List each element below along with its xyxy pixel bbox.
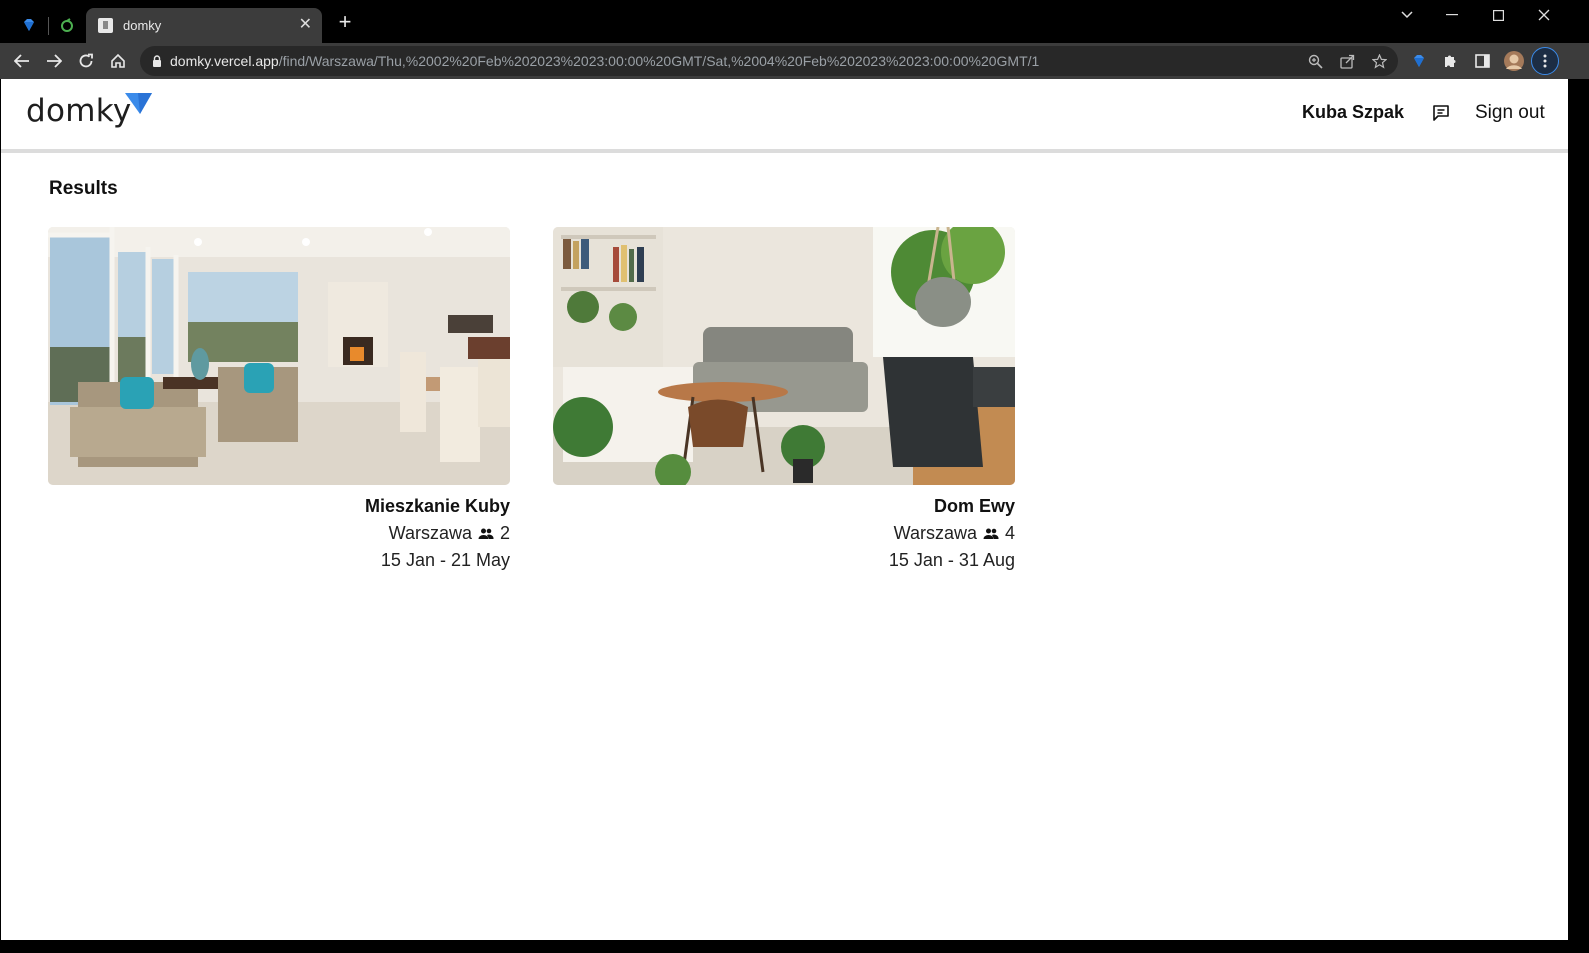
extensions-button[interactable]	[1436, 47, 1464, 75]
tab-title: domky	[123, 18, 162, 33]
forward-button[interactable]	[40, 47, 68, 75]
reload-icon	[79, 53, 93, 68]
extension-button[interactable]	[1405, 47, 1433, 75]
reload-button[interactable]	[72, 47, 100, 75]
browser-toolbar: domky.vercel.app/find/Warszawa/Thu,%2002…	[0, 43, 1589, 79]
header-divider	[1, 149, 1568, 153]
favicon-icon	[98, 18, 113, 33]
side-panel-icon	[1474, 54, 1490, 68]
user-name-link[interactable]: Kuba Szpak	[1302, 102, 1404, 123]
listing-card[interactable]: Dom Ewy Warszawa 4 15 Jan - 31 Aug	[553, 227, 1015, 571]
listing-city: Warszawa	[388, 523, 472, 543]
logo[interactable]: domky	[26, 93, 132, 129]
address-bar[interactable]: domky.vercel.app/find/Warszawa/Thu,%2002…	[140, 46, 1398, 76]
results-heading: Results	[49, 178, 118, 199]
window-edge-right	[1568, 79, 1589, 953]
listing-photo[interactable]	[48, 227, 510, 485]
home-icon	[111, 53, 125, 68]
listing-dates: 15 Jan - 21 May	[380, 550, 510, 570]
menu-button[interactable]	[1531, 47, 1559, 75]
share-button[interactable]	[1334, 48, 1360, 74]
zoom-icon	[1308, 54, 1323, 69]
tab-domky[interactable]: domky ✕	[86, 8, 322, 43]
zoom-button[interactable]	[1302, 48, 1328, 74]
browser-window: domky ✕ + domky.vercel.app/find/Warszawa…	[0, 0, 1589, 953]
url-host: domky.vercel.app	[170, 53, 279, 69]
close-window-button[interactable]	[1524, 4, 1564, 26]
listing-location: Warszawa 4	[553, 523, 1015, 544]
url-path: /find/Warszawa/Thu,%2002%20Feb%202023%20…	[278, 53, 1040, 69]
profile-button[interactable]	[1500, 47, 1528, 75]
back-button[interactable]	[8, 47, 36, 75]
listing-guests: 2	[499, 523, 510, 543]
minimize-button[interactable]	[1432, 4, 1472, 26]
arrow-right-icon	[47, 54, 62, 68]
listing-location: Warszawa 2	[48, 523, 510, 544]
maximize-icon	[1492, 9, 1504, 21]
arrow-left-icon	[14, 54, 29, 68]
more-vert-icon	[1543, 54, 1547, 68]
leaf-icon	[61, 18, 73, 32]
logo-triangle-icon	[125, 93, 152, 114]
chevron-down-icon	[1401, 11, 1413, 19]
listing-photo[interactable]	[553, 227, 1015, 485]
app-header: domky Kuba Szpak Sign out	[1, 79, 1568, 149]
maximize-button[interactable]	[1478, 4, 1518, 26]
minimize-icon	[1446, 14, 1458, 16]
diamond-icon	[24, 19, 34, 31]
side-panel-button[interactable]	[1468, 47, 1496, 75]
tab-search-button[interactable]	[1387, 4, 1427, 26]
listing-city: Warszawa	[893, 523, 977, 543]
diamond-icon	[1414, 55, 1424, 67]
avatar	[1504, 51, 1524, 71]
living-room-plants-photo	[553, 227, 1015, 485]
chat-icon[interactable]	[1431, 103, 1451, 123]
people-icon	[478, 528, 494, 539]
lock-icon	[153, 55, 161, 67]
tab-strip: domky ✕ +	[0, 0, 1589, 43]
page-viewport: domky Kuba Szpak Sign out Results Mieszk…	[1, 79, 1568, 940]
new-tab-button[interactable]: +	[334, 11, 356, 34]
close-icon	[1538, 9, 1550, 21]
listing-dates: 15 Jan - 31 Aug	[888, 550, 1015, 570]
listing-guests: 4	[1004, 523, 1015, 543]
window-edge-bottom	[0, 940, 1589, 953]
listing-name: Dom Ewy	[933, 496, 1015, 516]
url-text: domky.vercel.app/find/Warszawa/Thu,%2002…	[170, 53, 1039, 69]
listing-card[interactable]: Mieszkanie Kuby Warszawa 2 15 Jan - 21 M…	[48, 227, 510, 571]
sign-out-button[interactable]: Sign out	[1475, 102, 1545, 124]
tab-separator	[48, 17, 49, 35]
bookmark-button[interactable]	[1366, 48, 1392, 74]
star-icon	[1371, 53, 1387, 69]
listing-name: Mieszkanie Kuby	[364, 496, 510, 516]
people-icon	[983, 528, 999, 539]
tab-close-icon[interactable]: ✕	[299, 17, 312, 33]
living-room-photo	[48, 227, 510, 485]
puzzle-icon	[1445, 55, 1456, 67]
share-icon	[1339, 54, 1354, 69]
pinned-tab-app[interactable]	[50, 8, 84, 42]
home-button[interactable]	[104, 47, 132, 75]
pinned-tab-extension[interactable]	[12, 8, 46, 42]
